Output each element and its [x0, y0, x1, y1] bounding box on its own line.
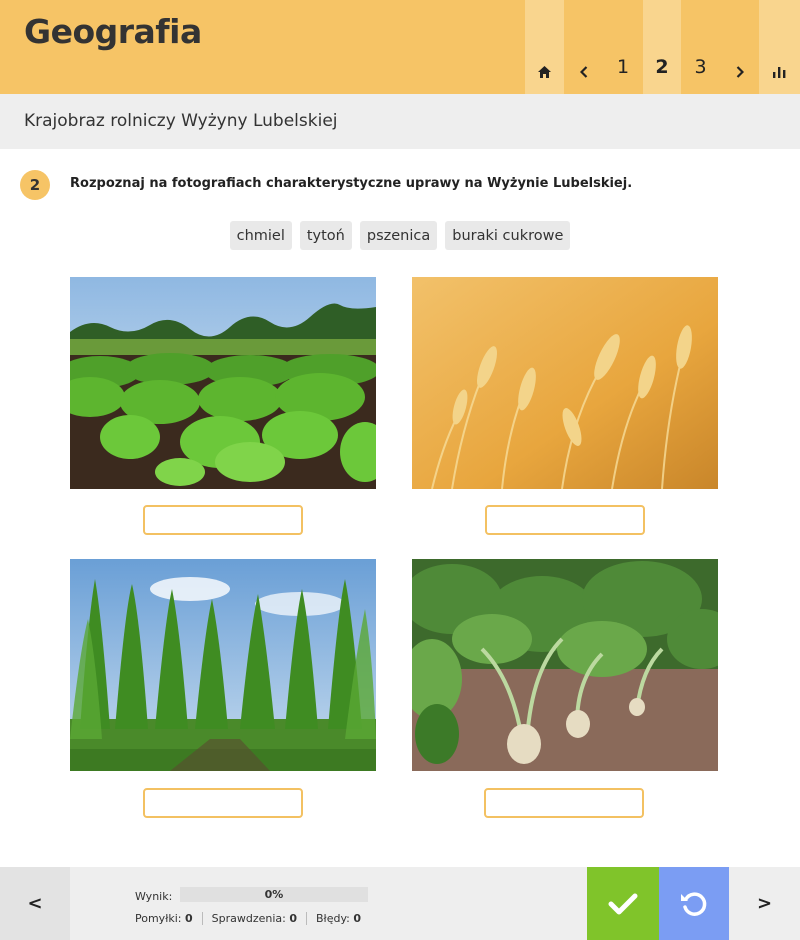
errors-count: 0 [353, 912, 362, 925]
prev-exercise-button[interactable]: < [0, 867, 70, 940]
checks-count: 0 [289, 912, 298, 925]
task-instruction: Rozpoznaj na fotografiach charakterystyc… [70, 176, 633, 191]
reset-button[interactable] [659, 867, 729, 940]
word-chip-chmiel[interactable]: chmiel [229, 221, 292, 250]
app-title: Geografia [24, 12, 202, 51]
score-label: Wynik: [135, 890, 173, 903]
reset-icon [681, 891, 707, 916]
bar-chart-icon [773, 67, 786, 78]
photo-wheat-field [412, 277, 718, 489]
photo-tobacco-field [70, 277, 376, 489]
errors-label: Błędy: [316, 912, 350, 925]
word-bank: chmiel tytoń pszenica buraki cukrowe [0, 221, 800, 250]
answer-field-3[interactable] [143, 788, 303, 818]
lesson-title: Krajobraz rolniczy Wyżyny Lubelskiej [24, 111, 338, 131]
page-3-button[interactable]: 3 [681, 0, 720, 94]
next-page-button[interactable] [720, 0, 759, 94]
answer-field-1[interactable] [143, 505, 303, 535]
photo-hops-field [70, 559, 376, 771]
home-icon [538, 66, 551, 78]
prev-page-button[interactable] [564, 0, 603, 94]
word-chip-buraki[interactable]: buraki cukrowe [445, 221, 571, 250]
page-1-button[interactable]: 1 [603, 0, 643, 94]
attempt-stats: Pomyłki: 0 Sprawdzenia: 0 Błędy: 0 [135, 912, 379, 925]
photo-sugar-beets [412, 559, 718, 771]
next-exercise-button[interactable]: > [729, 867, 800, 940]
chevron-left-icon [579, 66, 587, 78]
home-button[interactable] [525, 0, 564, 94]
errors-stat: Błędy: 0 [316, 912, 370, 925]
page-navigation: 1 2 3 [525, 0, 800, 94]
footer-bar: < Wynik: 0% Pomyłki: 0 Sprawdzenia: 0 Bł… [0, 867, 800, 940]
checkmark-icon [608, 893, 638, 914]
stats-button[interactable] [759, 0, 800, 94]
check-answer-button[interactable] [587, 867, 659, 940]
checks-label: Sprawdzenia: [211, 912, 286, 925]
score-progress-bar: 0% [180, 887, 368, 902]
task-number-badge: 2 [20, 170, 50, 200]
mistakes-label: Pomyłki: [135, 912, 182, 925]
score-percent: 0% [264, 888, 284, 901]
lesson-subheader: Krajobraz rolniczy Wyżyny Lubelskiej [0, 94, 800, 149]
word-chip-tyton[interactable]: tytoń [299, 221, 352, 250]
chevron-right-icon [736, 66, 744, 78]
page-2-button[interactable]: 2 [643, 0, 681, 94]
mistakes-count: 0 [184, 912, 193, 925]
checks-stat: Sprawdzenia: 0 [211, 912, 308, 925]
answer-field-4[interactable] [484, 788, 644, 818]
header-bar: Geografia 1 2 3 [0, 0, 800, 94]
word-chip-pszenica[interactable]: pszenica [359, 221, 438, 250]
answer-field-2[interactable] [485, 505, 645, 535]
mistakes-stat: Pomyłki: 0 [135, 912, 203, 925]
